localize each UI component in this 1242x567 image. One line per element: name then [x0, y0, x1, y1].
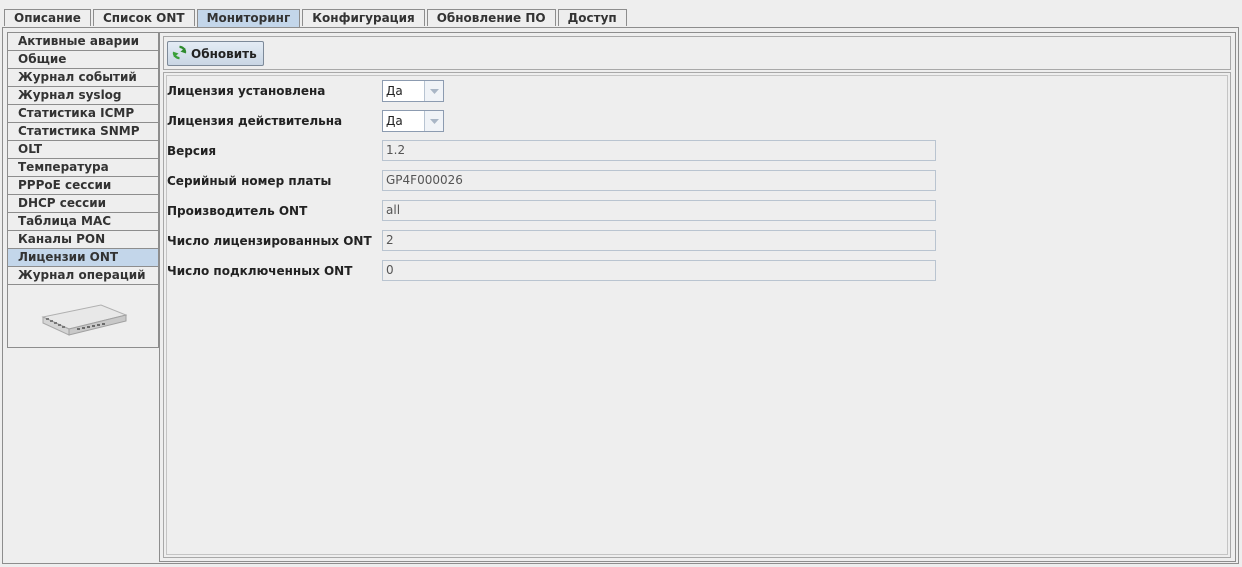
license-form: Лицензия установлена Да Лицензия действи… — [163, 72, 1231, 558]
sidebar-item-active-alarms[interactable]: Активные аварии — [8, 33, 158, 51]
license-installed-value: Да — [386, 84, 403, 98]
sidebar-item-pon-channels[interactable]: Каналы PON — [8, 231, 158, 249]
sidebar-item-operations-log[interactable]: Журнал операций — [8, 267, 158, 285]
sidebar-item-general[interactable]: Общие — [8, 51, 158, 69]
refresh-button[interactable]: Обновить — [167, 41, 264, 66]
board-serial-label: Серийный номер платы — [167, 174, 332, 188]
tab-firmware-update[interactable]: Обновление ПО — [426, 9, 556, 26]
licensed-ont-count-field: 2 — [382, 230, 936, 251]
tab-monitoring[interactable]: Мониторинг — [196, 9, 301, 27]
sidebar-item-olt[interactable]: OLT — [8, 141, 158, 159]
olt-device-image — [41, 299, 128, 342]
tab-access[interactable]: Доступ — [557, 9, 627, 26]
version-label: Версия — [167, 144, 217, 158]
sidebar-item-temperature[interactable]: Температура — [8, 159, 158, 177]
sidebar-item-syslog[interactable]: Журнал syslog — [8, 87, 158, 105]
licensed-ont-count-label: Число лицензированных ONT — [167, 234, 372, 248]
sidebar-item-icmp-stats[interactable]: Статистика ICMP — [8, 105, 158, 123]
tab-description[interactable]: Описание — [4, 9, 91, 26]
sidebar-item-event-log[interactable]: Журнал событий — [8, 69, 158, 87]
ont-licenses-panel: Обновить Лицензия установлена Да Лицензи… — [159, 32, 1236, 562]
version-field: 1.2 — [382, 140, 936, 161]
monitoring-sidebar: Активные аварии Общие Журнал событий Жур… — [7, 32, 159, 348]
top-tab-bar: Описание Список ONT Мониторинг Конфигура… — [4, 9, 629, 27]
license-valid-combo[interactable]: Да — [382, 110, 444, 132]
license-valid-value: Да — [386, 114, 403, 128]
chevron-down-icon[interactable] — [424, 111, 443, 131]
connected-ont-count-field: 0 — [382, 260, 936, 281]
connected-ont-count-label: Число подключенных ONT — [167, 264, 353, 278]
sidebar-item-pppoe-sessions[interactable]: PPPoE сессии — [8, 177, 158, 195]
license-installed-combo[interactable]: Да — [382, 80, 444, 102]
refresh-button-label: Обновить — [191, 46, 257, 61]
chevron-down-icon[interactable] — [424, 81, 443, 101]
board-serial-field: GP4F000026 — [382, 170, 936, 191]
tab-ont-list[interactable]: Список ONT — [92, 9, 195, 26]
license-valid-label: Лицензия действительна — [167, 114, 343, 128]
sidebar-item-snmp-stats[interactable]: Статистика SNMP — [8, 123, 158, 141]
sidebar-item-mac-table[interactable]: Таблица MAC — [8, 213, 158, 231]
sidebar-item-ont-licenses[interactable]: Лицензии ONT — [8, 249, 158, 267]
tab-configuration[interactable]: Конфигурация — [302, 9, 425, 26]
sidebar-item-dhcp-sessions[interactable]: DHCP сессии — [8, 195, 158, 213]
toolbar: Обновить — [163, 36, 1231, 70]
ont-vendor-field: all — [382, 200, 936, 221]
ont-vendor-label: Производитель ONT — [167, 204, 308, 218]
refresh-icon — [172, 45, 187, 63]
license-installed-label: Лицензия установлена — [167, 84, 326, 98]
